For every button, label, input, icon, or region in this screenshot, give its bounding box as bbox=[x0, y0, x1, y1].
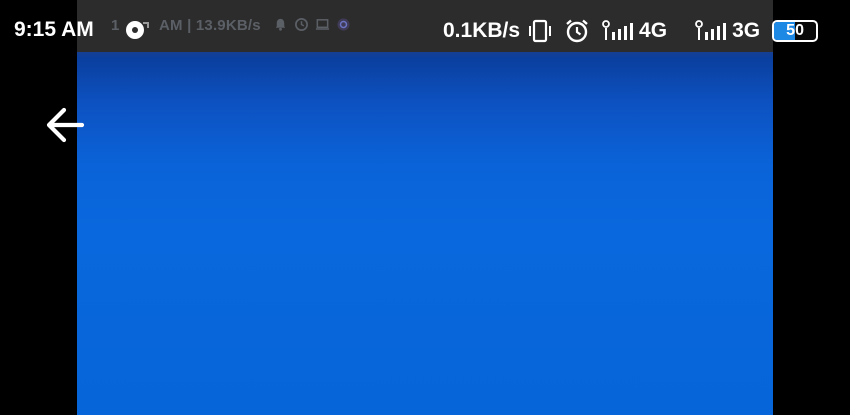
signal-icon bbox=[602, 18, 636, 44]
screen: 1 AM | 13.9KB/s 9:15 AM 0.1KB/s 4G 3G 50 bbox=[0, 0, 850, 415]
content-area[interactable]: 1 AM | 13.9KB/s bbox=[77, 0, 773, 415]
battery-percent: 50 bbox=[786, 22, 804, 39]
back-button[interactable] bbox=[40, 102, 90, 148]
status-time: 9:15 AM bbox=[14, 18, 94, 41]
status-indicators: 0.1KB/s 4G 3G 50 bbox=[443, 16, 819, 46]
signal-label-secondary: 3G bbox=[732, 19, 761, 42]
sync-icon bbox=[126, 21, 149, 39]
status-bar: 9:15 AM 0.1KB/s 4G 3G 50 bbox=[0, 0, 850, 60]
vibrate-icon bbox=[528, 18, 552, 44]
signal-icon bbox=[695, 18, 729, 44]
arrow-left-icon bbox=[46, 107, 85, 143]
battery-icon: 50 bbox=[772, 20, 819, 42]
signal-label-primary: 4G bbox=[639, 19, 668, 42]
alarm-icon bbox=[564, 18, 590, 44]
network-speed: 0.1KB/s bbox=[443, 19, 521, 42]
